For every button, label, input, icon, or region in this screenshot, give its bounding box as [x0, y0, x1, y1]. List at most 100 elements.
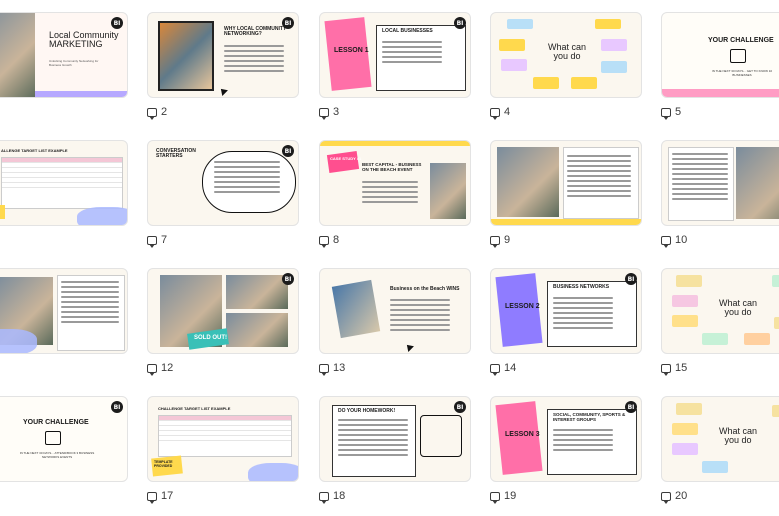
comment-icon [490, 363, 500, 376]
slide-thumb-4[interactable]: What can you do 4 [490, 12, 650, 132]
case-text [362, 181, 418, 206]
slide-9-preview[interactable] [490, 140, 642, 226]
mindmap-node [702, 461, 728, 473]
comment-icon [661, 363, 671, 376]
slide-thumb-2[interactable]: WHY LOCAL COMMUNITY NETWORKING? BI 2 [147, 12, 307, 132]
beach-photo [331, 279, 381, 339]
event-photo [226, 313, 288, 347]
mindmap-node [772, 405, 779, 417]
mindmap-node [601, 39, 627, 51]
slide-15-preview[interactable]: What can you do [661, 268, 779, 354]
slide-thumb-20[interactable]: What can you do 20 [661, 396, 779, 516]
slide-thumb-11[interactable] [0, 268, 136, 388]
slide-thumb-12[interactable]: SOLD OUT! BI 12 [147, 268, 307, 388]
challenge-title: YOUR CHALLENGE [708, 37, 774, 44]
slide-thumb-8[interactable]: CASE STUDY #1 BEST CAPITAL - BUSINESS ON… [319, 140, 479, 260]
slide-8-preview[interactable]: CASE STUDY #1 BEST CAPITAL - BUSINESS ON… [319, 140, 471, 226]
slide-number: 7 [147, 233, 167, 248]
slide-13-preview[interactable]: Business on the Beach WINS [319, 268, 471, 354]
slide-thumb-18[interactable]: DO YOUR HOMEWORK! BI 18 [319, 396, 479, 516]
notebook-icon [420, 415, 462, 457]
mindmap-node [499, 39, 525, 51]
slide-10-preview[interactable] [661, 140, 779, 226]
logo-icon: BI [282, 17, 294, 29]
slide-thumb-1[interactable]: Local Community MARKETING Unlocking Comm… [0, 12, 136, 132]
slide-thumb-7[interactable]: CONVERSATION STARTERS BI 7 [147, 140, 307, 260]
slide-18-preview[interactable]: DO YOUR HOMEWORK! BI [319, 396, 471, 482]
logo-icon: BI [111, 17, 123, 29]
slide-number: 19 [490, 489, 516, 504]
mindmap-node [672, 295, 698, 307]
slide-12-preview[interactable]: SOLD OUT! BI [147, 268, 299, 354]
slide-thumb-9[interactable]: 9 [490, 140, 650, 260]
comment-icon [319, 491, 329, 504]
slide-19-preview[interactable]: LESSON 3 SOCIAL, COMMUNITY, SPORTS & INT… [490, 396, 642, 482]
mindmap-center: What can you do [547, 42, 587, 61]
mindmap-node [676, 275, 702, 287]
slide-thumb-13[interactable]: Business on the Beach WINS 13 [319, 268, 479, 388]
mindmap-center: What can you do [718, 298, 758, 317]
mindmap-node [672, 423, 698, 435]
decor-blob [248, 463, 298, 481]
cover-photo [0, 13, 35, 97]
slide-thumb-15[interactable]: What can you do 15 [661, 268, 779, 388]
slide-number: 3 [319, 105, 339, 120]
mindmap-node [772, 275, 779, 287]
mindmap-node [702, 333, 728, 345]
slide-4-preview[interactable]: What can you do [490, 12, 642, 98]
cursor-icon [404, 342, 414, 352]
slide-6-preview[interactable]: ALLENGE TARGET LIST EXAMPLE [0, 140, 128, 226]
mindmap-center: What can you do [718, 426, 758, 445]
lesson-title: BUSINESS NETWORKS [553, 284, 610, 290]
mindmap-node [676, 403, 702, 415]
slide-thumb-5[interactable]: YOUR CHALLENGE IN THE NEXT 30 DAYS... GE… [661, 12, 779, 132]
post-photo [736, 147, 779, 219]
slide-thumb-3[interactable]: LESSON 1 LOCAL BUSINESSES BI 3 [319, 12, 479, 132]
target-table [1, 157, 123, 209]
comment-icon [147, 235, 157, 248]
logo-icon: BI [454, 17, 466, 29]
mindmap-node [672, 315, 698, 327]
lesson-badge: LESSON 1 [334, 47, 369, 54]
lesson-items [553, 429, 613, 454]
slide-1-preview[interactable]: Local Community MARKETING Unlocking Comm… [0, 12, 128, 98]
lesson-title: LOCAL BUSINESSES [382, 28, 433, 34]
slide-thumb-14[interactable]: LESSON 2 BUSINESS NETWORKS BI 14 [490, 268, 650, 388]
post-text [567, 155, 631, 200]
slide-thumb-19[interactable]: LESSON 3 SOCIAL, COMMUNITY, SPORTS & INT… [490, 396, 650, 516]
comment-icon [661, 107, 671, 120]
mindmap-node [507, 19, 533, 29]
calendar-icon [730, 49, 746, 63]
sold-out-label: SOLD OUT! [194, 335, 227, 341]
slide-thumb-16[interactable]: YOUR CHALLENGE IN THE NEXT 30 DAYS... AT… [0, 396, 136, 516]
wins-title: Business on the Beach WINS [390, 286, 460, 292]
cover-accent [35, 91, 127, 97]
slide-number: 9 [490, 233, 510, 248]
comment-icon [147, 491, 157, 504]
slide-11-preview[interactable] [0, 268, 128, 354]
slide-3-preview[interactable]: LESSON 1 LOCAL BUSINESSES BI [319, 12, 471, 98]
mindmap-node [501, 59, 527, 71]
logo-icon: BI [454, 401, 466, 413]
slide-20-preview[interactable]: What can you do [661, 396, 779, 482]
slide-thumb-10[interactable]: 10 [661, 140, 779, 260]
accent-bar [662, 89, 779, 97]
mindmap-node [595, 19, 621, 29]
event-photo [226, 275, 288, 309]
accent-bar [491, 219, 641, 225]
starter-list [214, 161, 280, 196]
logo-icon: BI [111, 401, 123, 413]
slide-number: 4 [490, 105, 510, 120]
slide-5-preview[interactable]: YOUR CHALLENGE IN THE NEXT 30 DAYS... GE… [661, 12, 779, 98]
comment-icon [490, 107, 500, 120]
slide-14-preview[interactable]: LESSON 2 BUSINESS NETWORKS BI [490, 268, 642, 354]
slide-thumb-6[interactable]: ALLENGE TARGET LIST EXAMPLE [0, 140, 136, 260]
slide-2-preview[interactable]: WHY LOCAL COMMUNITY NETWORKING? BI [147, 12, 299, 98]
slide-17-preview[interactable]: CHALLENGE TARGET LIST EXAMPLE TEMPLATE P… [147, 396, 299, 482]
slide-7-preview[interactable]: CONVERSATION STARTERS BI [147, 140, 299, 226]
slide-thumb-17[interactable]: CHALLENGE TARGET LIST EXAMPLE TEMPLATE P… [147, 396, 307, 516]
template-label: TEMPLATE PROVIDED [154, 460, 173, 468]
slide-number: 14 [490, 361, 516, 376]
slide-title: WHY LOCAL COMMUNITY NETWORKING? [224, 26, 287, 38]
slide-16-preview[interactable]: YOUR CHALLENGE IN THE NEXT 30 DAYS... AT… [0, 396, 128, 482]
